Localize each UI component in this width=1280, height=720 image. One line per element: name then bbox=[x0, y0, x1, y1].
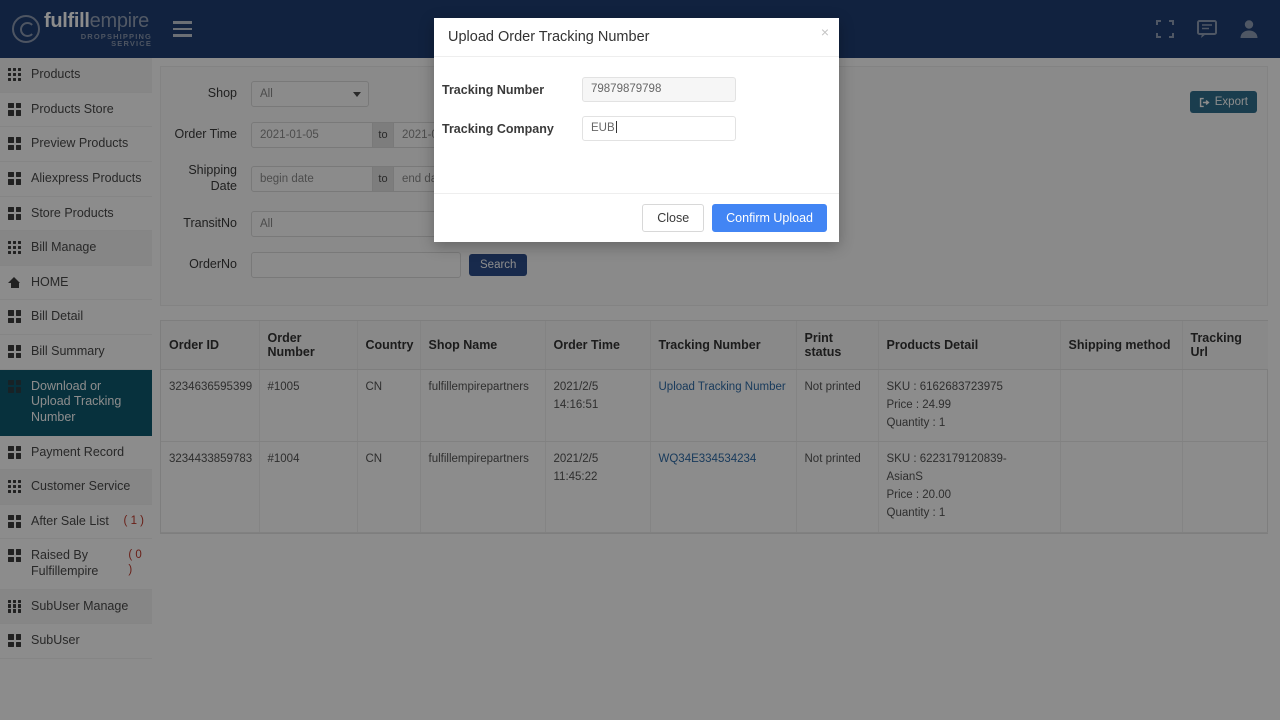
tracking-company-value: EUB bbox=[591, 122, 615, 134]
text-cursor bbox=[616, 121, 617, 133]
modal-row-tracking-company: Tracking Company EUB bbox=[434, 116, 839, 141]
tracking-number-label: Tracking Number bbox=[434, 83, 582, 97]
upload-tracking-modal: Upload Order Tracking Number × Tracking … bbox=[434, 18, 839, 242]
tracking-number-input[interactable]: 79879879798 bbox=[582, 77, 736, 102]
confirm-upload-button[interactable]: Confirm Upload bbox=[712, 204, 827, 232]
modal-row-tracking-number: Tracking Number 79879879798 bbox=[434, 77, 839, 102]
modal-body: Tracking Number 79879879798 Tracking Com… bbox=[434, 57, 839, 193]
modal-header: Upload Order Tracking Number × bbox=[434, 18, 839, 57]
tracking-company-input[interactable]: EUB bbox=[582, 116, 736, 141]
modal-title: Upload Order Tracking Number bbox=[448, 29, 649, 45]
tracking-company-label: Tracking Company bbox=[434, 122, 582, 136]
close-button[interactable]: Close bbox=[642, 204, 704, 232]
close-icon[interactable]: × bbox=[821, 25, 829, 39]
app-root: fulfillempire DROPSHIPPING SERVICE bbox=[0, 0, 1280, 720]
modal-footer: Close Confirm Upload bbox=[434, 193, 839, 242]
